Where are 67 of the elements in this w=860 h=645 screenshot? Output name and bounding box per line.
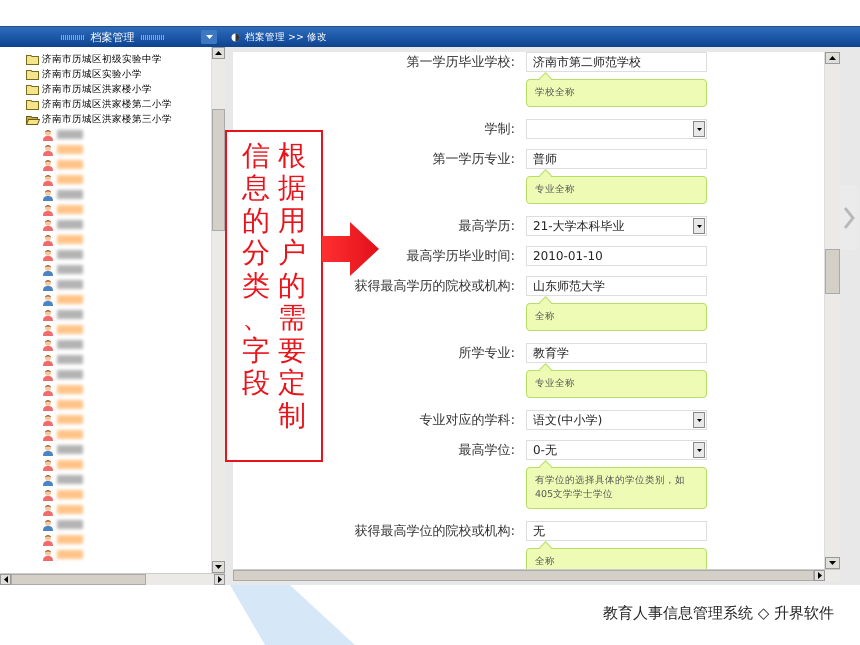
caret-down-icon [829, 561, 836, 565]
tree-item[interactable]: 济南市历城区实验小学 [42, 67, 142, 82]
caret-down-icon [206, 35, 212, 39]
field-label: 最高学历毕业时间: [406, 248, 515, 265]
caret-left-icon [4, 576, 8, 583]
caret-down-icon [696, 418, 702, 422]
caret-down-icon [215, 565, 222, 569]
vertical-scrollbar[interactable] [211, 47, 225, 573]
pointer-arrow [322, 222, 379, 276]
field-label: 所学专业: [458, 345, 515, 362]
tree-item[interactable]: 济南市历城区洪家楼第三小学 [42, 112, 172, 127]
select-field[interactable]: 语文(中小学) [526, 410, 707, 430]
scrollbar-thumb[interactable] [11, 574, 146, 585]
annotation-text: 根据用户的需要定制 [278, 140, 306, 432]
annotation-text: 信息的分类、字段 [242, 140, 270, 400]
hint-tooltip: 学校全称 [526, 73, 707, 107]
hint-tooltip: 全称 [526, 297, 707, 331]
input-field[interactable]: 无 [526, 521, 707, 541]
caret-right-icon [218, 576, 222, 583]
input-field[interactable]: 山东师范大学 [526, 276, 707, 296]
caret-up-icon [215, 51, 222, 55]
field-label: 最高学位: [458, 442, 515, 459]
field-label: 获得最高学历的院校或机构: [354, 278, 515, 295]
scroll-left-button[interactable] [0, 574, 11, 585]
hint-tooltip: 专业全称 [526, 170, 707, 204]
tree-item[interactable]: 济南市历城区初级实验中学 [42, 52, 162, 67]
input-field[interactable]: 2010-01-10 [526, 246, 707, 266]
field-label: 专业对应的学科: [420, 412, 515, 429]
caret-down-icon [696, 448, 702, 452]
caret-right-icon [818, 572, 822, 579]
panel-title: 档案管理 [90, 30, 134, 44]
input-field[interactable]: 教育学 [526, 343, 707, 363]
field-label: 学制: [484, 121, 515, 138]
scroll-up-button[interactable] [212, 47, 225, 59]
circle-icon [231, 32, 240, 42]
caret-down-icon [696, 224, 702, 228]
field-label: 获得最高学位的院校或机构: [354, 523, 515, 540]
hint-tooltip: 专业全称 [526, 364, 707, 398]
dropdown-button[interactable] [693, 121, 705, 137]
tree-item[interactable]: 济南市历城区洪家楼第二小学 [42, 97, 172, 112]
select-field[interactable]: 21-大学本科毕业 [526, 216, 707, 236]
hint-tooltip: 有学位的选择具体的学位类别，如405文学学士学位 [526, 461, 707, 509]
scrollbar-thumb[interactable] [212, 109, 225, 231]
field-label: 最高学历: [458, 218, 515, 235]
horizontal-scrollbar[interactable] [0, 573, 225, 585]
chevron-right-icon [843, 206, 855, 230]
scroll-down-button[interactable] [825, 557, 840, 569]
footer-text: 教育人事信息管理系统 ◇ 升界软件 [602, 604, 834, 623]
dropdown-button[interactable] [693, 442, 705, 458]
caret-up-icon [829, 56, 836, 60]
breadcrumb: 档案管理 >> 修改 [245, 30, 327, 44]
scroll-up-button[interactable] [825, 52, 840, 64]
scroll-down-button[interactable] [212, 561, 225, 573]
input-field[interactable]: 普师 [526, 149, 707, 169]
select-field[interactable] [526, 119, 707, 139]
dropdown-button[interactable] [693, 412, 705, 428]
input-field[interactable]: 济南市第二师范学校 [526, 52, 707, 72]
tree-item[interactable]: 济南市历城区洪家楼小学 [42, 82, 152, 97]
field-label: 第一学历专业: [432, 151, 515, 168]
dropdown-button[interactable] [693, 218, 705, 234]
scroll-right-button[interactable] [814, 570, 825, 581]
select-field[interactable]: 0-无 [526, 440, 707, 460]
vertical-scrollbar[interactable] [824, 52, 840, 569]
scroll-right-button[interactable] [214, 574, 225, 585]
caret-down-icon [696, 128, 702, 130]
scrollbar-thumb[interactable] [825, 249, 840, 294]
field-label: 第一学历毕业学校: [406, 54, 515, 71]
